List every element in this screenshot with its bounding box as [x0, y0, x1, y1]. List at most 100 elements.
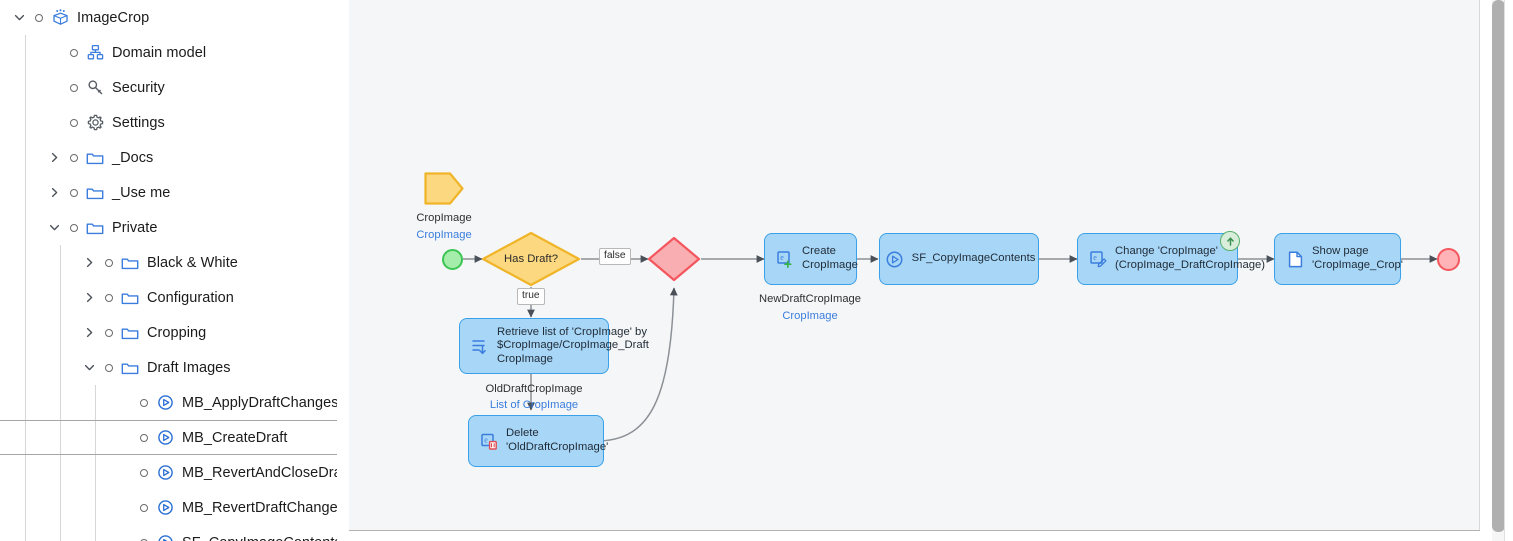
tree-item-marker-icon [65, 83, 83, 92]
tree-item-marker-icon [135, 433, 153, 442]
merge-node[interactable] [647, 236, 701, 282]
twisty-placeholder [113, 462, 135, 484]
tree-item-security[interactable]: Security [0, 70, 337, 105]
tree-item-settings[interactable]: Settings [0, 105, 337, 140]
tree-item-mb-revertdraftchanges[interactable]: MB_RevertDraftChanges [0, 490, 337, 525]
chevron-right-icon[interactable] [43, 147, 65, 169]
tree-indent-spacer [0, 402, 113, 403]
tree-item-marker-icon [65, 223, 83, 232]
microflow-icon [153, 394, 177, 411]
svg-text:e: e [484, 435, 488, 444]
tree-item-marker-icon [135, 398, 153, 407]
tree-item-label: _Use me [112, 184, 171, 201]
folder-icon [118, 360, 142, 376]
activity-delete-object[interactable]: e Delete 'OldDraftCropImage' [468, 415, 608, 467]
start-event[interactable] [442, 249, 463, 270]
tree-item-private[interactable]: Private [0, 210, 337, 245]
folder-icon [118, 290, 142, 306]
svg-text:e: e [1093, 253, 1097, 262]
tree-item-mb-revertandclosedraft[interactable]: MB_RevertAndCloseDraft [0, 455, 337, 490]
microflow-diagram: CropImage CropImage Has Draft? false tru… [349, 0, 1479, 530]
tree-item-marker-icon [65, 188, 83, 197]
tree-item-mb-applydraftchanges[interactable]: MB_ApplyDraftChanges [0, 385, 337, 420]
chevron-down-icon[interactable] [43, 217, 65, 239]
chevron-right-icon[interactable] [78, 322, 100, 344]
chevron-right-icon[interactable] [43, 182, 65, 204]
microflow-call-icon [885, 249, 905, 269]
chevron-down-icon[interactable] [8, 7, 30, 29]
tree-item-marker-icon [100, 293, 118, 302]
tree-item-use-me[interactable]: _Use me [0, 175, 337, 210]
tree-item-sf-copyimagecontents[interactable]: SF_CopyImageContents [0, 525, 337, 541]
tree-indent-spacer [0, 297, 78, 298]
parameter-pentagon-icon [424, 172, 464, 205]
twisty-placeholder [113, 392, 135, 414]
tree-item-configuration[interactable]: Configuration [0, 280, 337, 315]
tree-indent-spacer [0, 507, 113, 508]
tree-item-label: ImageCrop [77, 9, 150, 26]
tree-indent-spacer [0, 472, 113, 473]
tree-item-marker-icon [135, 468, 153, 477]
activity-retrieve-text: Retrieve list of 'CropImage' by $CropIma… [497, 325, 649, 365]
tree-item-marker-icon [135, 503, 153, 512]
tree-item-label: MB_RevertAndCloseDraft [182, 464, 337, 481]
tree-item-draft-images[interactable]: Draft Images [0, 350, 337, 385]
tree-item-domain-model[interactable]: Domain model [0, 35, 337, 70]
tree-item-marker-icon [65, 118, 83, 127]
tree-indent-spacer [0, 122, 43, 123]
merge-diamond-icon [647, 236, 701, 282]
tree-item-mb-createdraft[interactable]: MB_CreateDraft [0, 420, 337, 455]
activity-retrieve-list[interactable]: Retrieve list of 'CropImage' by $CropIma… [459, 318, 649, 374]
twisty-placeholder [43, 77, 65, 99]
tree-item-cropping[interactable]: Cropping [0, 315, 337, 350]
activity-delete-text: Delete 'OldDraftCropImage' [506, 427, 609, 453]
microflow-icon [153, 499, 177, 516]
tree-item-label: Draft Images [147, 359, 231, 376]
tree-indent-spacer [0, 157, 43, 158]
tree-item-label: Black & White [147, 254, 238, 271]
twisty-placeholder [43, 112, 65, 134]
activity-showpage-text: Show page 'CropImage_Crop' [1312, 245, 1403, 271]
tree-item-imagecrop[interactable]: ImageCrop [0, 0, 337, 35]
retrieve-output-type-caption: List of CropImage [489, 399, 579, 411]
twisty-placeholder [113, 427, 135, 449]
activity-microflow-call[interactable]: SF_CopyImageContents [879, 233, 1039, 285]
tree-item-label: Private [112, 219, 158, 236]
microflow-icon [153, 534, 177, 541]
editor-area: CropImage CropImage Has Draft? false tru… [337, 0, 1513, 541]
tree-indent-spacer [0, 227, 43, 228]
tree-item-label: MB_ApplyDraftChanges [182, 394, 337, 411]
twisty-placeholder [113, 532, 135, 541]
canvas-bottom-border [349, 530, 1480, 531]
tree-indent-spacer [0, 192, 43, 193]
folder-icon [83, 220, 107, 236]
tree-indent-spacer [0, 87, 43, 88]
change-object-icon: e [1088, 249, 1108, 269]
end-event[interactable] [1437, 248, 1460, 271]
tree-indent-spacer [0, 332, 78, 333]
folder-icon [83, 185, 107, 201]
tree-item-marker-icon [100, 258, 118, 267]
indent-guide-line [25, 525, 26, 541]
activity-create-object[interactable]: e Create CropImage [764, 233, 858, 285]
chevron-down-icon[interactable] [78, 357, 100, 379]
chevron-right-icon[interactable] [78, 287, 100, 309]
create-output-type-caption: CropImage [782, 310, 838, 322]
tree-indent-spacer [0, 437, 113, 438]
decision-node[interactable]: Has Draft? [481, 231, 581, 287]
edge-label-false: false [599, 248, 631, 265]
tree-item-label: Settings [112, 114, 165, 131]
tree-item-docs[interactable]: _Docs [0, 140, 337, 175]
activity-change-object[interactable]: e Change 'CropImage' (CropImage_DraftCro… [1077, 231, 1265, 285]
parameter-shape[interactable] [424, 172, 464, 205]
microflow-editor-canvas[interactable]: CropImage CropImage Has Draft? false tru… [349, 0, 1480, 530]
tree-indent-spacer [0, 17, 8, 18]
chevron-right-icon[interactable] [78, 252, 100, 274]
tree-item-black-white[interactable]: Black & White [0, 245, 337, 280]
folder-icon [83, 150, 107, 166]
tree-item-label: _Docs [112, 149, 154, 166]
activity-show-page[interactable]: Show page 'CropImage_Crop' [1274, 233, 1403, 285]
show-page-icon [1285, 249, 1305, 269]
delete-object-icon: e [479, 431, 499, 451]
tree-item-label: Configuration [147, 289, 234, 306]
